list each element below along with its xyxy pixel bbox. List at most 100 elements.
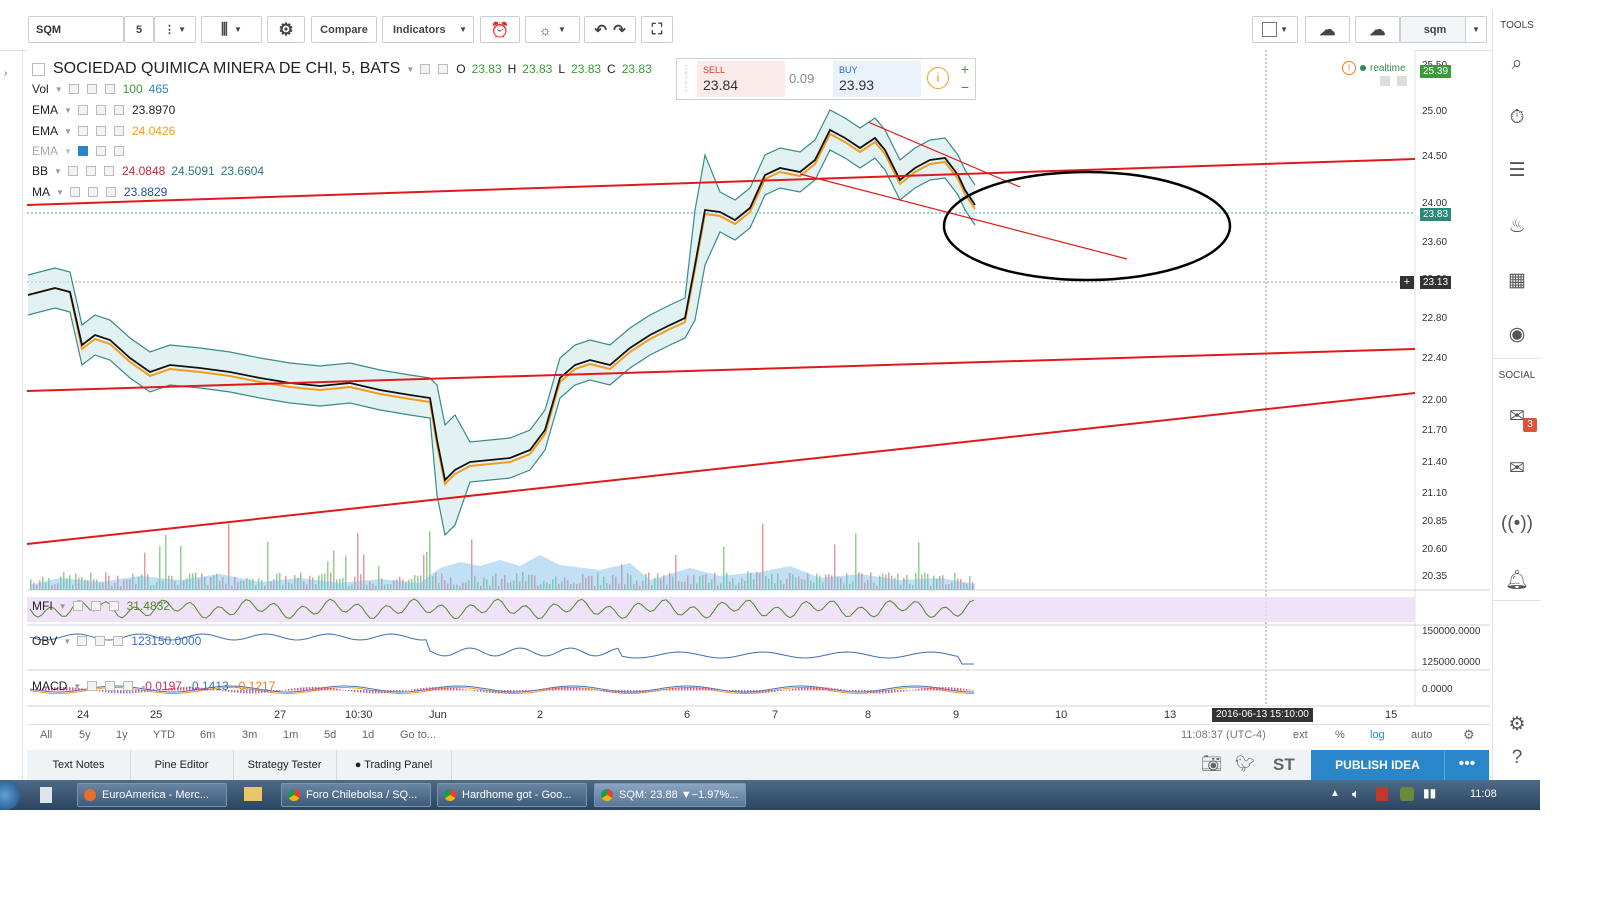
range-button[interactable]: 1m	[283, 729, 298, 741]
stocktwits-icon[interactable]: ST	[1273, 755, 1295, 775]
price-chart[interactable]	[0, 0, 1492, 780]
ideas-bulb-icon[interactable]: ◉	[1503, 320, 1531, 348]
range-button[interactable]: 5d	[324, 729, 336, 741]
news-icon[interactable]: ☰	[1503, 156, 1531, 184]
settings-icon[interactable]	[95, 146, 106, 156]
buy-button[interactable]: BUY 23.93	[833, 61, 921, 97]
watchlist-icon[interactable]: ⌕	[1503, 50, 1531, 78]
tab-trading-panel[interactable]: ● Trading Panel	[336, 750, 452, 780]
twitter-icon[interactable]: 🐦︎	[1235, 754, 1255, 774]
gear-icon[interactable]: ⚙	[1463, 727, 1475, 743]
info-icon[interactable]: i	[927, 67, 949, 89]
price-axis[interactable]: 25.5025.0024.5024.0023.6023.2022.8022.40…	[1415, 50, 1492, 706]
network-icon[interactable]: ▮▮	[1423, 786, 1436, 800]
minus-button[interactable]: −	[957, 79, 973, 97]
start-button-icon[interactable]	[0, 780, 20, 810]
menu-icon[interactable]	[1397, 76, 1407, 86]
taskbar-item-1[interactable]: EuroAmerica - Merc...	[77, 783, 227, 807]
volume-icon[interactable]: 🔈︎	[1352, 786, 1360, 802]
folder-icon[interactable]	[244, 787, 262, 801]
close-icon[interactable]	[105, 187, 116, 197]
close-icon[interactable]	[113, 105, 124, 115]
settings-icon[interactable]	[105, 681, 116, 691]
close-icon[interactable]	[104, 84, 115, 94]
eye-icon[interactable]	[77, 105, 88, 115]
goto-button[interactable]: Go to...	[400, 729, 436, 741]
ext-toggle[interactable]: ext	[1293, 729, 1308, 741]
calculator-icon[interactable]	[40, 787, 52, 803]
eye-icon[interactable]	[77, 636, 88, 646]
range-button[interactable]: 1d	[362, 729, 374, 741]
close-icon[interactable]	[113, 146, 124, 156]
plus-button[interactable]: +	[957, 61, 973, 79]
settings-icon[interactable]	[95, 126, 106, 136]
tray-app-icon[interactable]	[1376, 787, 1388, 801]
close-icon[interactable]	[113, 126, 124, 136]
close-icon[interactable]	[108, 601, 119, 611]
lock-icon[interactable]	[1380, 76, 1390, 86]
range-button[interactable]: 3m	[242, 729, 257, 741]
range-button[interactable]: All	[40, 729, 52, 741]
chevron-down-icon[interactable]: ▼	[73, 682, 81, 691]
eye-icon[interactable]	[77, 126, 88, 136]
chevron-down-icon[interactable]: ▼	[54, 167, 62, 176]
range-button[interactable]: 1y	[116, 729, 128, 741]
range-button[interactable]: YTD	[153, 729, 175, 741]
publish-more-icon[interactable]: •••	[1444, 750, 1489, 780]
log-toggle[interactable]: log	[1370, 729, 1385, 741]
chevron-down-icon[interactable]: ▼	[63, 637, 71, 646]
settings-icon[interactable]	[438, 64, 449, 74]
eye-icon[interactable]	[67, 166, 78, 176]
add-order-plus-icon[interactable]: +	[1400, 276, 1414, 289]
close-icon[interactable]	[123, 681, 134, 691]
camera-icon[interactable]: 📷︎	[1201, 754, 1223, 774]
tray-app-icon-2[interactable]	[1400, 787, 1414, 801]
tab-pine-editor[interactable]: Pine Editor	[130, 750, 234, 780]
eye-hidden-icon[interactable]	[77, 146, 88, 156]
time-axis[interactable]: 24 25 27 10:30 Jun 2 6 7 8 9 10 13 15	[27, 706, 1415, 726]
close-icon[interactable]	[103, 166, 114, 176]
auto-toggle[interactable]: auto	[1411, 729, 1432, 741]
settings-icon[interactable]	[95, 105, 106, 115]
percent-toggle[interactable]: %	[1335, 729, 1345, 741]
chevron-down-icon[interactable]: ▼	[56, 188, 64, 197]
chevron-down-icon[interactable]: ▼	[64, 106, 72, 115]
streams-icon[interactable]: ((•))	[1501, 510, 1533, 538]
hide-panel-gear-icon[interactable]: ⚙	[1503, 710, 1531, 738]
settings-icon[interactable]	[90, 601, 101, 611]
chevron-down-icon[interactable]: ▼	[64, 147, 72, 156]
chevron-down-icon[interactable]: ▼	[55, 85, 63, 94]
collapse-legend-icon[interactable]	[32, 62, 45, 76]
chevron-down-icon[interactable]: ▼	[59, 602, 67, 611]
eye-icon[interactable]	[72, 601, 83, 611]
tab-text-notes[interactable]: Text Notes	[27, 750, 131, 780]
taskbar-item-3[interactable]: Hardhome got - Goo...	[437, 783, 587, 807]
taskbar-item-2[interactable]: Foro Chilebolsa / SQ...	[281, 783, 431, 807]
notifications-bell-icon[interactable]: 🔔︎	[1503, 566, 1531, 594]
eye-icon[interactable]	[69, 187, 80, 197]
chevron-down-icon[interactable]: ▼	[406, 65, 414, 74]
hotlist-flame-icon[interactable]: ♨	[1503, 212, 1531, 240]
help-icon[interactable]: ?	[1503, 744, 1531, 772]
sell-button[interactable]: SELL 23.84	[697, 61, 785, 97]
settings-icon[interactable]	[87, 187, 98, 197]
settings-icon[interactable]	[86, 84, 97, 94]
warning-icon[interactable]: !	[1342, 61, 1356, 75]
alarm-clock-icon[interactable]: ⏱	[1503, 104, 1531, 132]
calendar-icon[interactable]: ▦	[1503, 266, 1531, 294]
chevron-down-icon[interactable]: ▼	[64, 127, 72, 136]
close-icon[interactable]	[113, 636, 124, 646]
tray-expand-icon[interactable]: ▲	[1330, 788, 1340, 799]
settings-icon[interactable]	[85, 166, 96, 176]
eye-icon[interactable]	[87, 681, 98, 691]
eye-icon[interactable]	[420, 64, 431, 74]
tab-strategy-tester[interactable]: Strategy Tester	[233, 750, 337, 780]
settings-icon[interactable]	[95, 636, 106, 646]
range-button[interactable]: 6m	[200, 729, 215, 741]
eye-icon[interactable]	[68, 84, 79, 94]
private-chat-icon[interactable]: ✉	[1503, 454, 1531, 482]
drag-handle-icon[interactable]: ⋮ ⋮ ⋮	[681, 65, 691, 93]
publish-idea-button[interactable]: PUBLISH IDEA	[1311, 750, 1444, 780]
taskbar-item-4[interactable]: SQM: 23.88 ▼−1.97%...	[594, 783, 746, 807]
range-button[interactable]: 5y	[79, 729, 91, 741]
